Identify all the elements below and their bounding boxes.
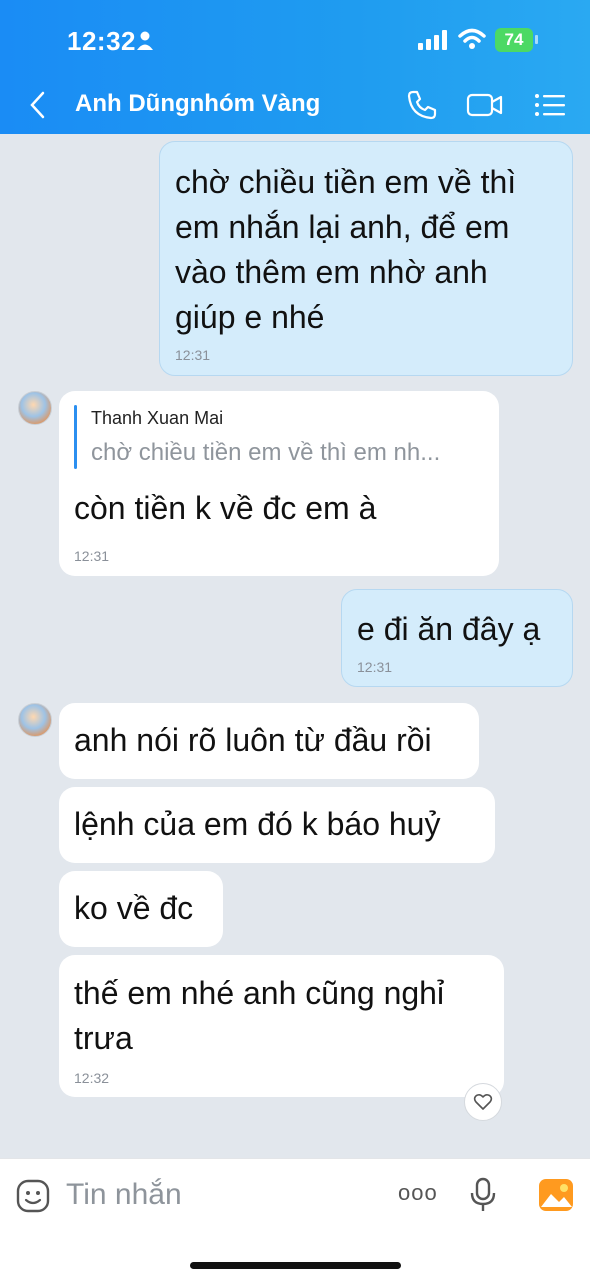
signal-icon [418, 30, 447, 50]
battery-indicator: 74 [495, 28, 533, 52]
message-text: còn tiền k về đc em à [74, 490, 377, 526]
message-bubble-incoming[interactable]: Thanh Xuan Mai chờ chiều tiền em về thì … [59, 391, 499, 576]
person-icon [137, 31, 153, 50]
message-text-line: chờ chiều tiền em về thì [175, 164, 517, 200]
message-text: ko về đc [74, 890, 194, 926]
message-text-line: thế em nhé anh cũng nghỉ [74, 975, 445, 1011]
quote-bar [74, 405, 77, 469]
message-text-line: vào thêm em nhờ anh [175, 254, 488, 290]
conversation-title[interactable]: Anh Dũngnhóm Vàng [75, 90, 320, 118]
message-bubble-outgoing[interactable]: e đi ăn đây ạ 12:31 [341, 589, 573, 687]
chat-header: 12:32 74 Anh Dũngnhóm Vàng [0, 0, 590, 134]
status-time: 12:32 [67, 26, 136, 56]
quote-author: Thanh Xuan Mai [91, 408, 224, 428]
emoji-icon[interactable] [16, 1179, 50, 1213]
mic-icon[interactable] [470, 1177, 496, 1213]
more-options-icon[interactable]: ooo [398, 1180, 438, 1206]
message-bubble-incoming[interactable]: ko về đc [59, 871, 223, 947]
message-bubble-outgoing[interactable]: chờ chiều tiền em về thì em nhắn lại anh… [159, 141, 573, 376]
message-input[interactable]: Tin nhắn [66, 1178, 182, 1212]
quote-text: chờ chiều tiền em về thì em nh... [91, 439, 441, 466]
heart-icon [473, 1093, 493, 1110]
phone-icon[interactable] [405, 88, 439, 122]
video-icon[interactable] [466, 88, 504, 122]
list-icon[interactable] [533, 88, 567, 122]
avatar[interactable] [18, 703, 52, 737]
message-text-line: giúp e nhé [175, 299, 325, 335]
message-text: e đi ăn đây ạ [357, 611, 541, 647]
message-timestamp: 12:31 [175, 347, 211, 363]
message-timestamp: 12:32 [74, 1070, 110, 1086]
message-timestamp: 12:31 [357, 659, 393, 675]
home-indicator [190, 1262, 401, 1269]
message-text: lệnh của em đó k báo huỷ [74, 806, 441, 842]
avatar[interactable] [18, 391, 52, 425]
message-text-line: em nhắn lại anh, để em [175, 209, 510, 245]
chevron-left-icon[interactable] [28, 90, 48, 120]
message-timestamp: 12:31 [74, 548, 110, 564]
battery-cap [535, 35, 538, 44]
message-bubble-incoming[interactable]: anh nói rõ luôn từ đầu rồi [59, 703, 479, 779]
message-text: anh nói rõ luôn từ đầu rồi [74, 722, 432, 758]
message-text-line: trưa [74, 1020, 133, 1056]
wifi-icon [458, 28, 486, 49]
message-bubble-incoming[interactable]: lệnh của em đó k báo huỷ [59, 787, 495, 863]
image-icon[interactable] [538, 1178, 574, 1212]
reaction-button[interactable] [464, 1083, 502, 1121]
message-bubble-incoming[interactable]: thế em nhé anh cũng nghỉ trưa 12:32 [59, 955, 504, 1097]
